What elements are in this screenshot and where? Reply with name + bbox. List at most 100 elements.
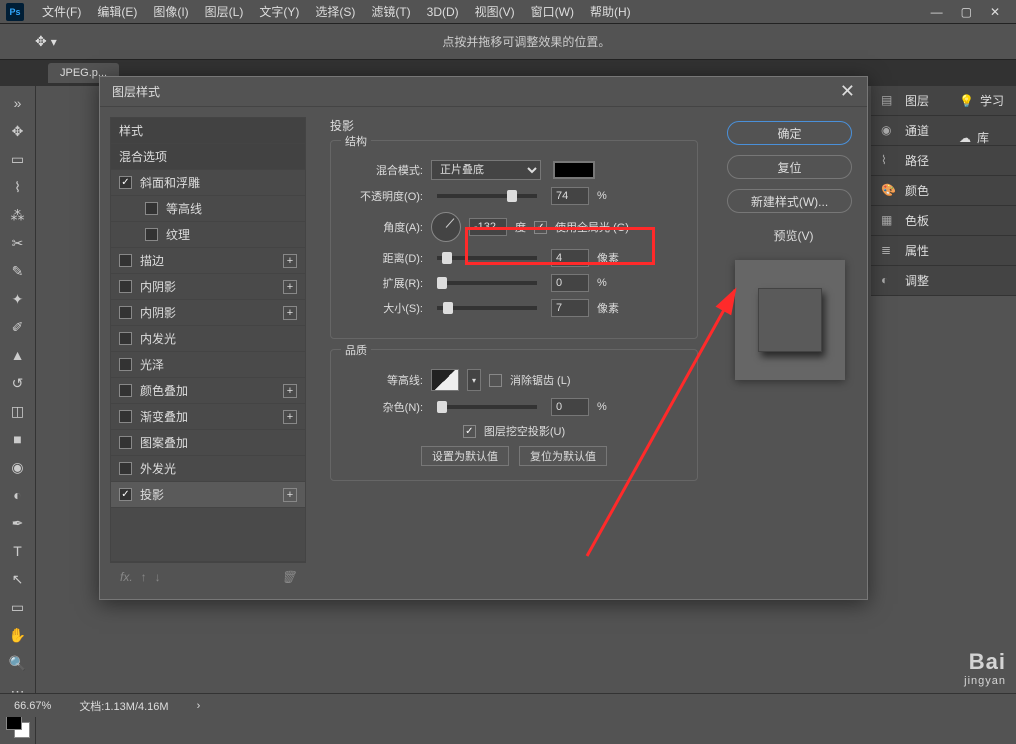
trash-icon[interactable]: 🗑 xyxy=(281,570,296,584)
style-checkbox[interactable] xyxy=(119,254,132,267)
style-row[interactable]: 等高线 xyxy=(111,196,305,222)
marquee-tool-icon[interactable]: ▭ xyxy=(6,148,30,170)
knockout-checkbox[interactable] xyxy=(463,425,476,438)
style-row[interactable]: 内阴影+ xyxy=(111,300,305,326)
style-row[interactable]: 内阴影+ xyxy=(111,274,305,300)
history-brush-tool-icon[interactable]: ↺ xyxy=(6,372,30,394)
distance-slider[interactable] xyxy=(437,256,537,260)
add-effect-icon[interactable]: + xyxy=(283,410,297,424)
menu-file[interactable]: 文件(F) xyxy=(34,0,89,23)
distance-input[interactable] xyxy=(551,249,589,267)
add-effect-icon[interactable]: + xyxy=(283,280,297,294)
add-effect-icon[interactable]: + xyxy=(283,306,297,320)
style-row[interactable]: 颜色叠加+ xyxy=(111,378,305,404)
add-effect-icon[interactable]: + xyxy=(283,488,297,502)
panel-swatches[interactable]: ▦色板 xyxy=(871,206,1016,236)
size-input[interactable] xyxy=(551,299,589,317)
hand-tool-icon[interactable]: ✋ xyxy=(6,624,30,646)
shape-tool-icon[interactable]: ▭ xyxy=(6,596,30,618)
noise-input[interactable] xyxy=(551,398,589,416)
style-checkbox[interactable] xyxy=(119,410,132,423)
style-checkbox[interactable] xyxy=(145,228,158,241)
add-effect-icon[interactable]: + xyxy=(283,384,297,398)
angle-wheel[interactable] xyxy=(431,212,461,242)
spread-slider[interactable] xyxy=(437,281,537,285)
panel-properties[interactable]: ≣属性 xyxy=(871,236,1016,266)
move-tool-icon[interactable]: ✥ xyxy=(6,120,30,142)
size-slider[interactable] xyxy=(437,306,537,310)
menu-window[interactable]: 窗口(W) xyxy=(523,0,582,23)
menu-edit[interactable]: 编辑(E) xyxy=(89,0,145,23)
doc-size[interactable]: 文档:1.13M/4.16M xyxy=(79,698,168,714)
opacity-input[interactable] xyxy=(551,187,589,205)
up-arrow-icon[interactable]: ↑ xyxy=(141,570,147,584)
menu-layer[interactable]: 图层(L) xyxy=(197,0,252,23)
global-light-checkbox[interactable] xyxy=(534,221,547,234)
panel-paths[interactable]: ⌇路径 xyxy=(871,146,1016,176)
style-row[interactable]: 图案叠加 xyxy=(111,430,305,456)
style-row[interactable]: 内发光 xyxy=(111,326,305,352)
styles-header[interactable]: 样式 xyxy=(111,118,305,144)
blending-options[interactable]: 混合选项 xyxy=(111,144,305,170)
zoom-tool-icon[interactable]: 🔍 xyxy=(6,652,30,674)
opacity-slider[interactable] xyxy=(437,194,537,198)
antialias-checkbox[interactable] xyxy=(489,374,502,387)
style-row[interactable]: 光泽 xyxy=(111,352,305,378)
maximize-button[interactable]: ▢ xyxy=(961,5,972,19)
spot-heal-tool-icon[interactable]: ✦ xyxy=(6,288,30,310)
zoom-level[interactable]: 66.67% xyxy=(14,700,51,712)
new-style-button[interactable]: 新建样式(W)... xyxy=(727,189,852,213)
menu-help[interactable]: 帮助(H) xyxy=(582,0,639,23)
crop-tool-icon[interactable]: ✂ xyxy=(6,232,30,254)
style-checkbox[interactable] xyxy=(119,176,132,189)
style-checkbox[interactable] xyxy=(119,358,132,371)
style-row[interactable]: 外发光 xyxy=(111,456,305,482)
wand-tool-icon[interactable]: ⁂ xyxy=(6,204,30,226)
fx-icon[interactable]: fx. xyxy=(120,570,133,584)
style-row[interactable]: 投影+ xyxy=(111,482,305,508)
angle-input[interactable] xyxy=(469,218,507,236)
blur-tool-icon[interactable]: ◉ xyxy=(6,456,30,478)
minimize-button[interactable]: — xyxy=(931,5,943,19)
style-checkbox[interactable] xyxy=(119,488,132,501)
panel-color[interactable]: 🎨颜色 xyxy=(871,176,1016,206)
shadow-color-swatch[interactable] xyxy=(553,161,595,179)
eyedropper-tool-icon[interactable]: ✎ xyxy=(6,260,30,282)
menu-select[interactable]: 选择(S) xyxy=(307,0,363,23)
brush-tool-icon[interactable]: ✐ xyxy=(6,316,30,338)
style-row[interactable]: 斜面和浮雕 xyxy=(111,170,305,196)
style-checkbox[interactable] xyxy=(119,436,132,449)
contour-dropdown-icon[interactable]: ▾ xyxy=(467,369,481,391)
dodge-tool-icon[interactable]: ◐ xyxy=(6,484,30,506)
type-tool-icon[interactable]: T xyxy=(6,540,30,562)
style-checkbox[interactable] xyxy=(119,384,132,397)
down-arrow-icon[interactable]: ↓ xyxy=(155,570,161,584)
path-tool-icon[interactable]: ↖ xyxy=(6,568,30,590)
status-chevron-icon[interactable]: › xyxy=(197,700,201,712)
lasso-tool-icon[interactable]: ⌇ xyxy=(6,176,30,198)
style-checkbox[interactable] xyxy=(145,202,158,215)
add-effect-icon[interactable]: + xyxy=(283,254,297,268)
noise-slider[interactable] xyxy=(437,405,537,409)
learn-panel[interactable]: 💡学习 xyxy=(959,92,1004,109)
contour-picker[interactable] xyxy=(431,369,459,391)
menu-view[interactable]: 视图(V) xyxy=(467,0,523,23)
style-row[interactable]: 纹理 xyxy=(111,222,305,248)
ok-button[interactable]: 确定 xyxy=(727,121,852,145)
tool-chevrons-icon[interactable]: » xyxy=(6,92,30,114)
spread-input[interactable] xyxy=(551,274,589,292)
dialog-titlebar[interactable]: 图层样式 ✕ xyxy=(100,77,867,107)
set-default-button[interactable]: 设置为默认值 xyxy=(421,446,509,466)
pen-tool-icon[interactable]: ✒ xyxy=(6,512,30,534)
cancel-button[interactable]: 复位 xyxy=(727,155,852,179)
style-checkbox[interactable] xyxy=(119,332,132,345)
menu-image[interactable]: 图像(I) xyxy=(145,0,196,23)
style-row[interactable]: 描边+ xyxy=(111,248,305,274)
style-checkbox[interactable] xyxy=(119,462,132,475)
color-swatches[interactable] xyxy=(6,714,30,738)
stamp-tool-icon[interactable]: ▲ xyxy=(6,344,30,366)
menu-type[interactable]: 文字(Y) xyxy=(251,0,307,23)
gradient-tool-icon[interactable]: ■ xyxy=(6,428,30,450)
blend-mode-select[interactable]: 正片叠底 xyxy=(431,160,541,180)
libraries-panel[interactable]: ☁库 xyxy=(959,129,1004,146)
